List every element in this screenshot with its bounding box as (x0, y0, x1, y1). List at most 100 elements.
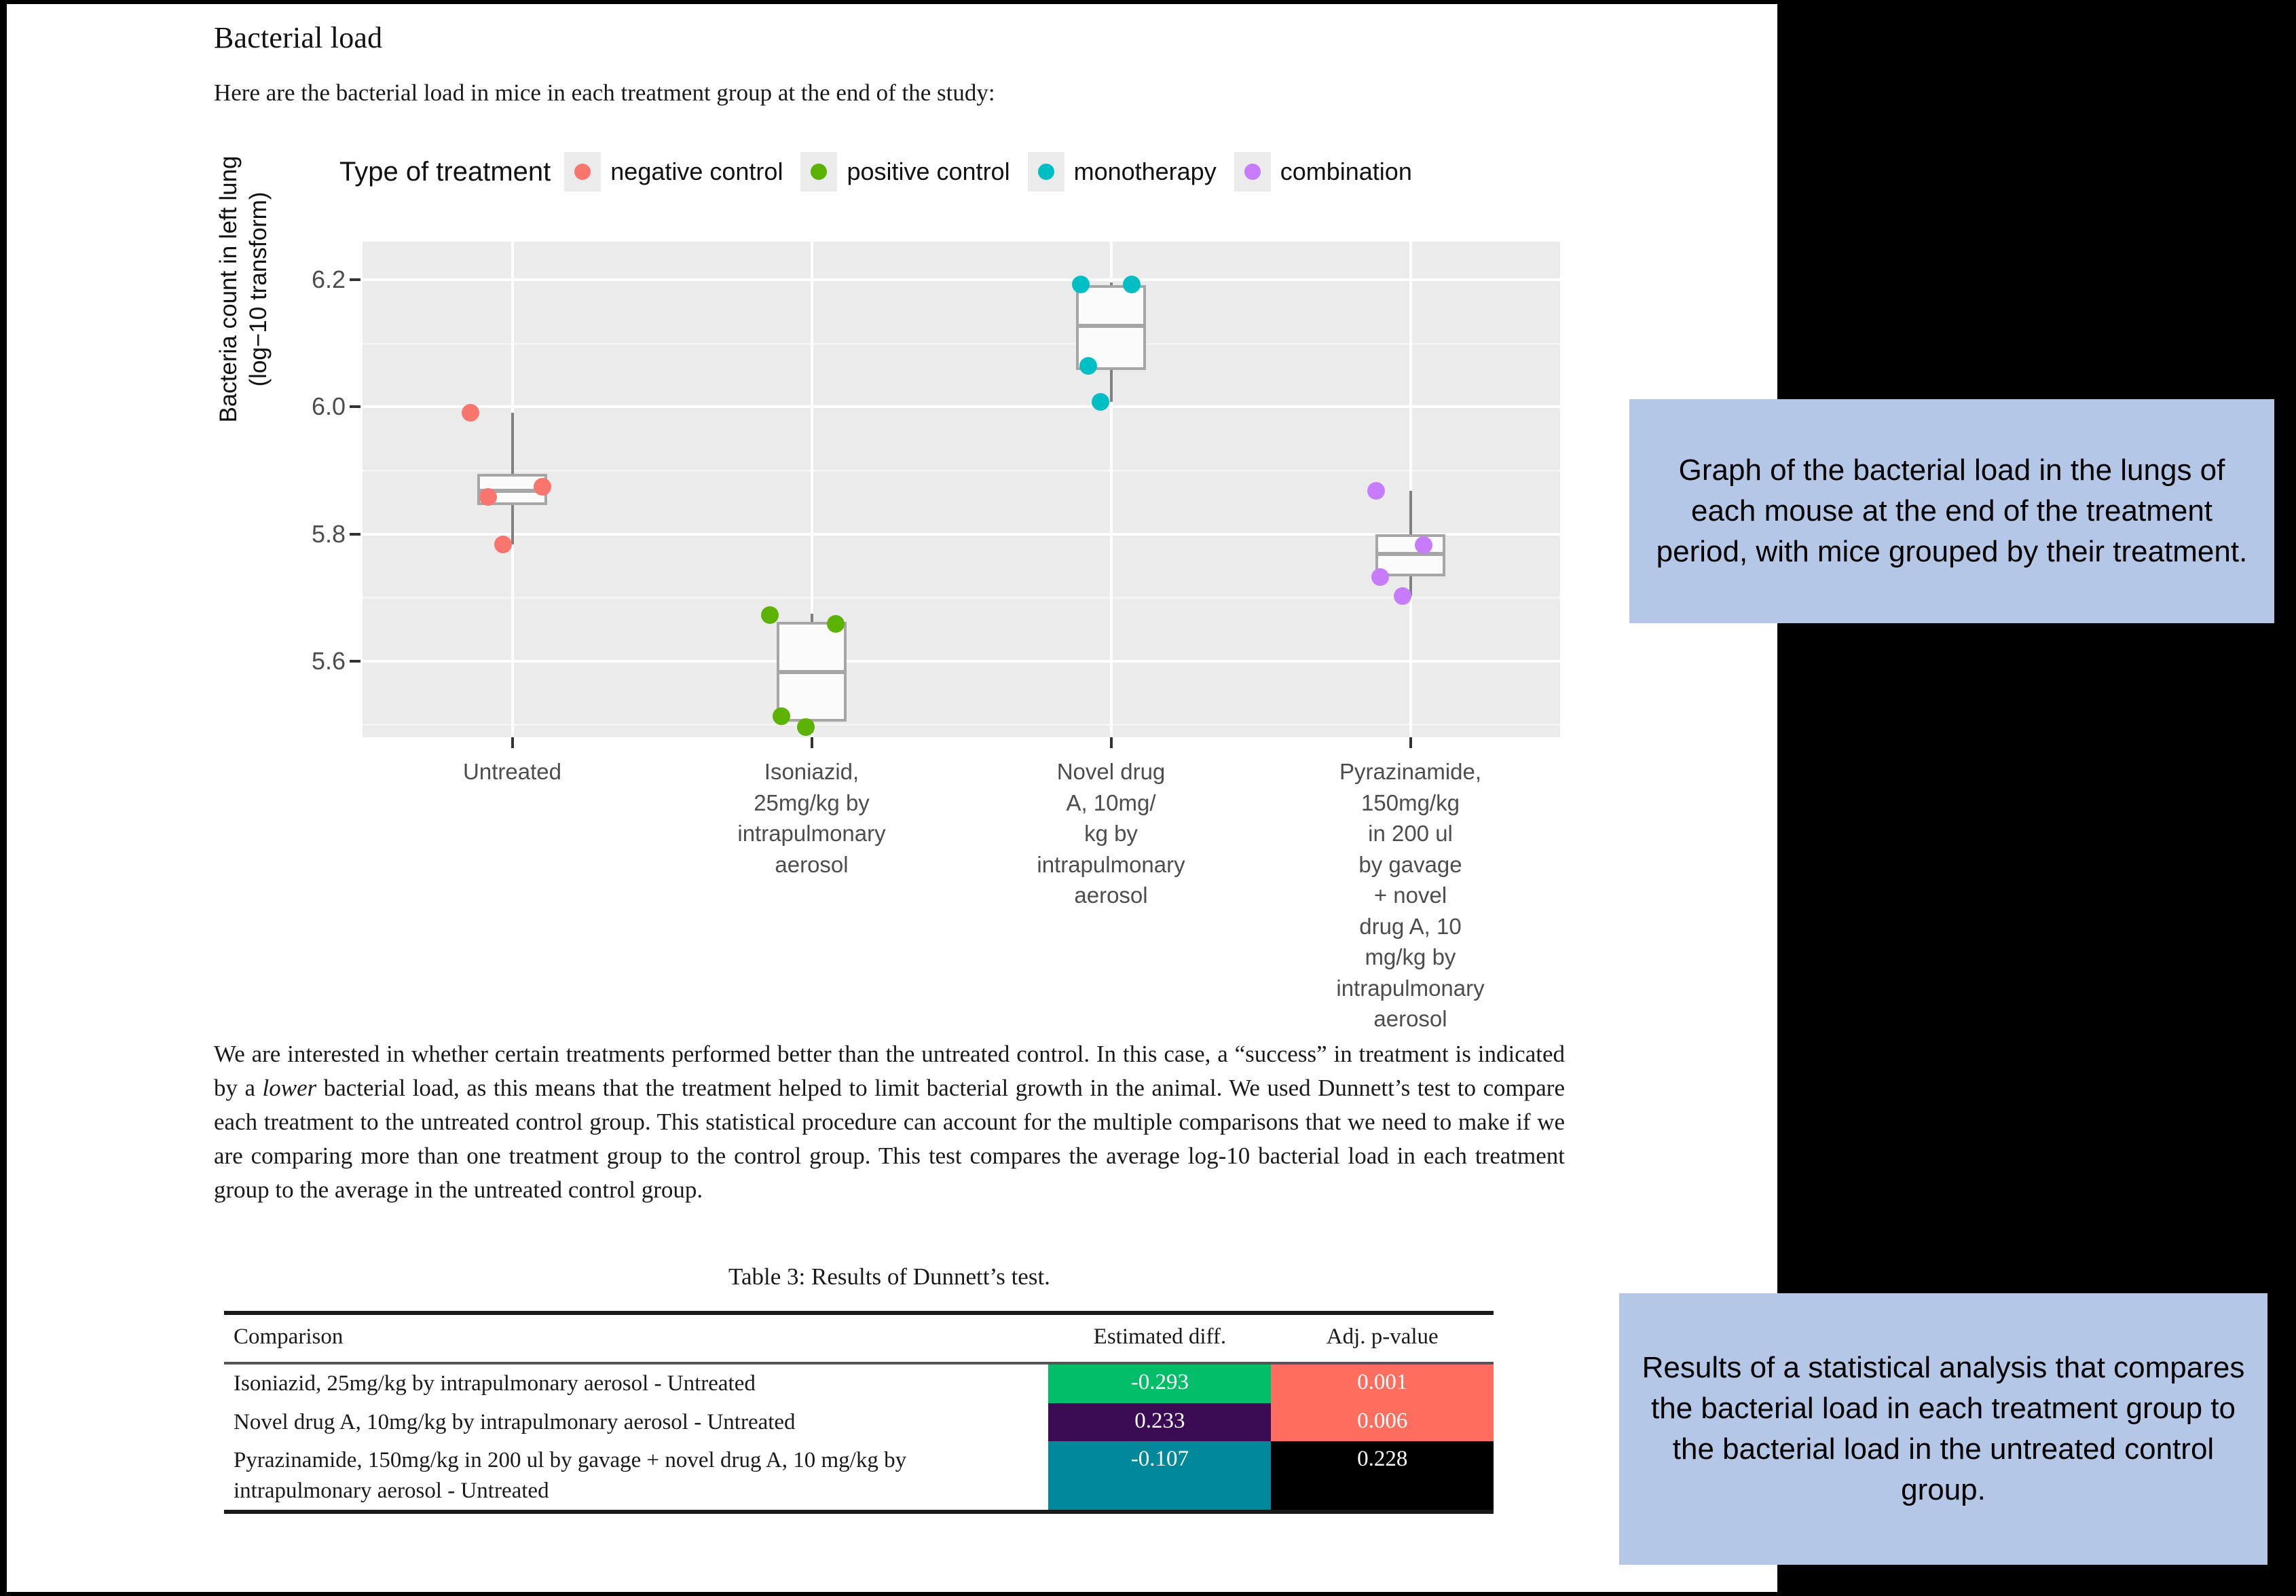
data-point (1092, 392, 1110, 411)
x-tick-mark (511, 737, 514, 748)
grid-line-vertical (1409, 242, 1412, 737)
table-cell-comparison: Novel drug A, 10mg/kg by intrapulmonary … (234, 1409, 796, 1434)
data-point (1367, 481, 1385, 500)
data-point (760, 606, 779, 625)
legend-swatch-icon (1234, 152, 1271, 191)
legend-item-positive-control: positive control (800, 152, 1010, 191)
body-paragraph: We are interested in whether certain tre… (214, 1037, 1565, 1207)
data-point (533, 478, 551, 496)
table-cell-estimated-diff: 0.233 (1048, 1403, 1272, 1442)
legend-item-monotherapy: monotherapy (1027, 152, 1217, 191)
y-axis-title: Bacteria count in left lung (log−10 tran… (214, 147, 274, 432)
callout-graph-annotation: Graph of the bacterial load in the lungs… (1629, 399, 2274, 623)
grid-line-minor (363, 597, 1560, 599)
data-point (1079, 356, 1098, 375)
document-page: Bacterial load Here are the bacterial lo… (7, 4, 1777, 1592)
x-tick-label-line: mg/kg by (1365, 944, 1456, 970)
data-point (796, 718, 815, 737)
plot-panel (363, 242, 1560, 737)
grid-line-minor (363, 724, 1560, 726)
x-tick-label-line: Untreated (463, 759, 561, 784)
column-header-comparison: Comparison (224, 1311, 1049, 1363)
y-tick-label: 5.8 (311, 519, 346, 548)
grid-line-major (363, 278, 1560, 282)
data-point (1415, 536, 1433, 555)
data-point (479, 488, 498, 506)
page-title: Bacterial load (214, 21, 383, 54)
table-bottom-rule (224, 1510, 1494, 1517)
x-tick-label-line: intrapulmonary (1336, 975, 1485, 1001)
x-tick-label-line: Pyrazinamide, (1339, 759, 1482, 784)
legend-items: negative control positive control monother… (564, 152, 1430, 191)
legend-dot-icon (1037, 164, 1054, 180)
table-cell-estimated-diff: -0.107 (1048, 1441, 1272, 1513)
x-tick-label-line: intrapulmonary (737, 821, 886, 847)
y-tick-mark (350, 278, 360, 282)
legend-item-label: positive control (847, 157, 1010, 185)
x-tick-label-line: 25mg/kg by (754, 790, 870, 815)
table-row: Pyrazinamide, 150mg/kg in 200 ul by gava… (224, 1441, 1494, 1513)
body-paragraph-part2: bacterial load, as this means that the t… (214, 1075, 1565, 1204)
data-point (773, 707, 791, 726)
data-point (494, 536, 513, 554)
data-point (1072, 275, 1090, 293)
legend-dot-icon (574, 164, 591, 180)
x-tick-label: Novel drug A, 10mg/kg by intrapulmonary aer… (1006, 756, 1217, 911)
y-tick-label: 6.0 (311, 392, 346, 421)
callout-table-text: Results of a statistical analysis that c… (1642, 1351, 2245, 1506)
boxplot-median-line (776, 669, 847, 674)
grid-line-minor (363, 469, 1560, 472)
column-header-estimated-diff: Estimated diff. (1048, 1311, 1272, 1363)
y-axis-title-line2: (log−10 transform) (244, 191, 272, 387)
y-axis-ticks: 5.6 5.8 6.0 6.2 (289, 208, 363, 744)
legend-dot-icon (811, 164, 828, 180)
data-point (461, 403, 479, 422)
legend-item-label: negative control (610, 157, 783, 185)
data-point (1371, 568, 1390, 587)
grid-line-major (363, 405, 1560, 409)
data-point (1123, 275, 1141, 293)
x-tick-label-line: A, 10mg/ (1066, 790, 1156, 815)
y-tick-mark (350, 659, 360, 663)
x-tick-label-line: by gavage (1358, 851, 1462, 877)
x-tick-label-line: aerosol (1074, 883, 1148, 908)
table-cell-estimated-diff: -0.293 (1048, 1362, 1272, 1403)
x-tick-label-line: + novel (1373, 883, 1447, 908)
boxplot-median-line (1375, 552, 1446, 557)
x-tick-label-line: Novel drug (1056, 759, 1166, 784)
x-tick-label-line: Isoniazid, (764, 759, 859, 784)
x-tick-label-line: in 200 ul (1368, 821, 1453, 847)
x-tick-label-line: intrapulmonary (1037, 851, 1185, 877)
x-tick-label-line: aerosol (1373, 1006, 1447, 1032)
table-head: Comparison Estimated diff. Adj. p-value (224, 1311, 1494, 1363)
body-paragraph-emphasis: lower (262, 1075, 317, 1102)
table-body: Isoniazid, 25mg/kg by intrapulmonary aer… (224, 1362, 1494, 1517)
data-point (1394, 587, 1412, 606)
column-header-p-value: Adj. p-value (1271, 1311, 1494, 1363)
legend-dot-icon (1244, 164, 1261, 180)
legend-item-label: monotherapy (1073, 157, 1217, 185)
x-tick-mark (1409, 737, 1412, 748)
y-tick-label: 5.6 (311, 646, 346, 675)
intro-paragraph: Here are the bacterial load in mice in e… (214, 79, 995, 106)
x-tick-label-line: aerosol (775, 851, 849, 877)
legend-item-combination: combination (1234, 152, 1412, 191)
callout-table-annotation: Results of a statistical analysis that c… (1619, 1293, 2267, 1565)
document-header: Bacterial load Here are the bacterial lo… (214, 4, 1565, 107)
table-rule-segment (1271, 1510, 1494, 1517)
legend-item-label: combination (1280, 157, 1412, 185)
table-header-row: Comparison Estimated diff. Adj. p-value (224, 1311, 1494, 1363)
legend-item-negative-control: negative control (564, 152, 783, 191)
x-tick-label-line: drug A, 10 (1359, 913, 1462, 939)
table-cell-p-value: 0.228 (1271, 1441, 1494, 1513)
legend-swatch-icon (800, 152, 838, 191)
callout-graph-text: Graph of the bacterial load in the lungs… (1656, 453, 2248, 568)
table-caption: Table 3: Results of Dunnett’s test. (728, 1263, 1050, 1290)
x-tick-label-line: kg by (1084, 821, 1138, 847)
grid-line-major (363, 659, 1560, 663)
y-axis-title-line1: Bacteria count in left lung (215, 155, 242, 423)
boxplot-median-line (1075, 323, 1147, 328)
table-rule-segment (224, 1510, 1049, 1517)
x-tick-mark (1109, 737, 1113, 748)
y-tick-mark (350, 405, 360, 409)
